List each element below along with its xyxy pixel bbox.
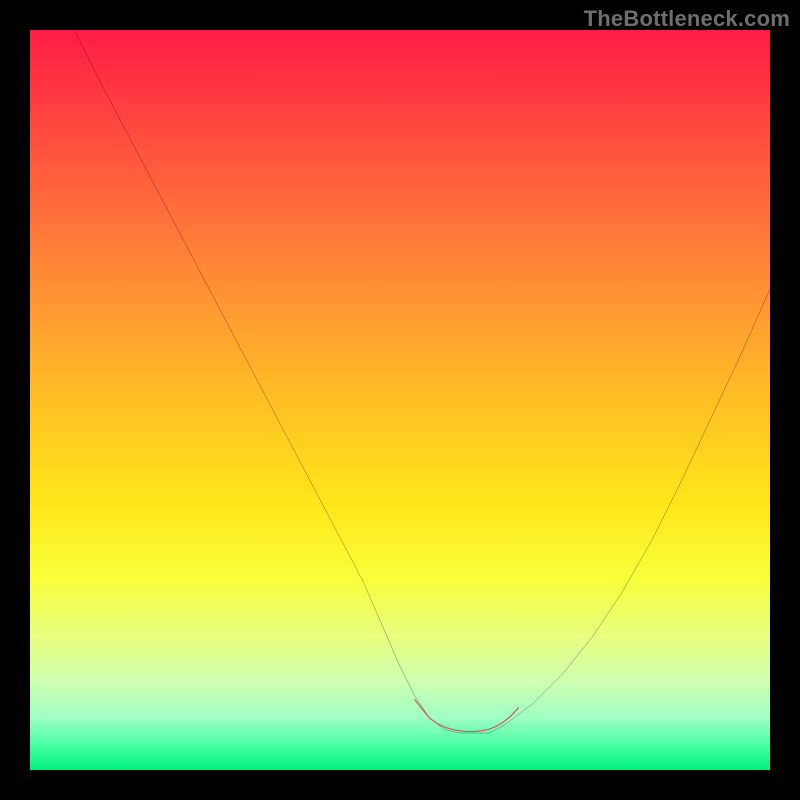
gradient-plot-area	[30, 30, 770, 770]
bottleneck-curve	[74, 30, 770, 733]
flat-zone-marker	[415, 700, 519, 732]
chart-svg	[30, 30, 770, 770]
watermark-text: TheBottleneck.com	[584, 6, 790, 32]
chart-frame: TheBottleneck.com	[0, 0, 800, 800]
